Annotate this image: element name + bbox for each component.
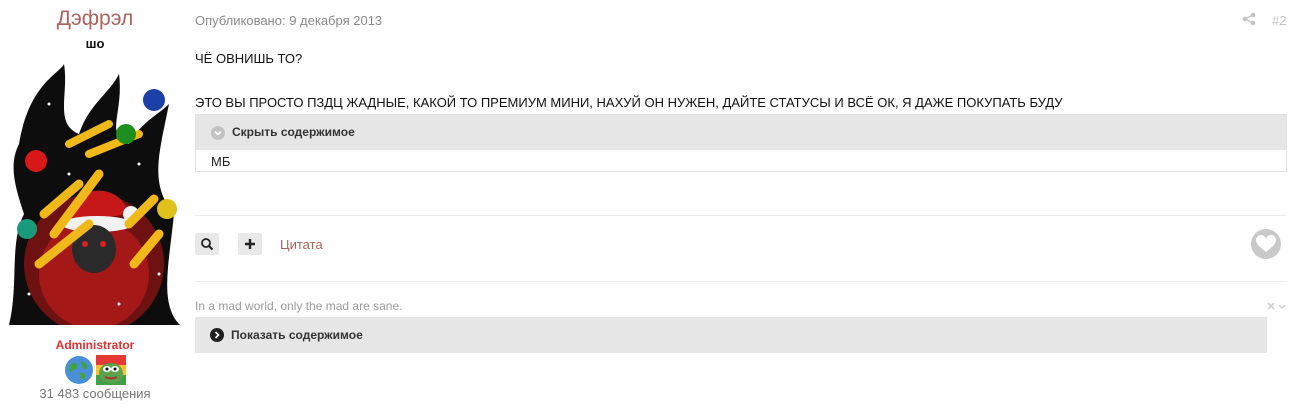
author-group: Administrator (55, 338, 135, 352)
spoiler-toggle[interactable]: Скрыть содержимое (196, 115, 1286, 150)
globe-badge-icon[interactable] (64, 355, 94, 385)
author-badges (64, 355, 126, 385)
pepe-badge-icon[interactable] (96, 355, 126, 385)
chevron-down-icon (211, 126, 225, 140)
author-post-count: 31 483 сообщения (39, 386, 151, 401)
post-number-link[interactable]: #2 (1272, 13, 1286, 28)
post-date[interactable]: Опубликовано: 9 декабря 2013 (195, 13, 382, 28)
avatar[interactable] (9, 64, 180, 325)
author-name[interactable]: Дэфрэл (0, 7, 190, 31)
post-text-line: ЧЁ ОВНИШЬ ТО? (195, 51, 303, 66)
author-panel: Дэфрэл шо Administrator 31 483 сообщения (0, 0, 190, 414)
author-title: шо (85, 36, 105, 51)
multiquote-button[interactable] (238, 233, 262, 255)
spoiler-label: Скрыть содержимое (232, 125, 355, 139)
signature-spoiler-toggle[interactable]: Показать содержимое (195, 317, 1267, 353)
search-button[interactable] (195, 233, 219, 255)
signature-text: In a mad world, only the mad are sane. (195, 299, 403, 313)
post-text-line: ЭТО ВЫ ПРОСТО ПЗДЦ ЖАДНЫЕ, КАКОЙ ТО ПРЕМ… (195, 95, 1063, 110)
chevron-right-icon (210, 328, 224, 342)
divider (195, 281, 1287, 282)
hide-signature-icon[interactable] (1266, 300, 1288, 312)
divider (195, 215, 1287, 216)
spoiler-label: Показать содержимое (231, 328, 363, 342)
spoiler-block: Скрыть содержимое МБ (195, 114, 1287, 172)
like-button[interactable] (1251, 229, 1281, 259)
spoiler-content: МБ (211, 154, 231, 169)
quote-link[interactable]: Цитата (280, 237, 323, 252)
share-icon[interactable] (1242, 12, 1256, 26)
